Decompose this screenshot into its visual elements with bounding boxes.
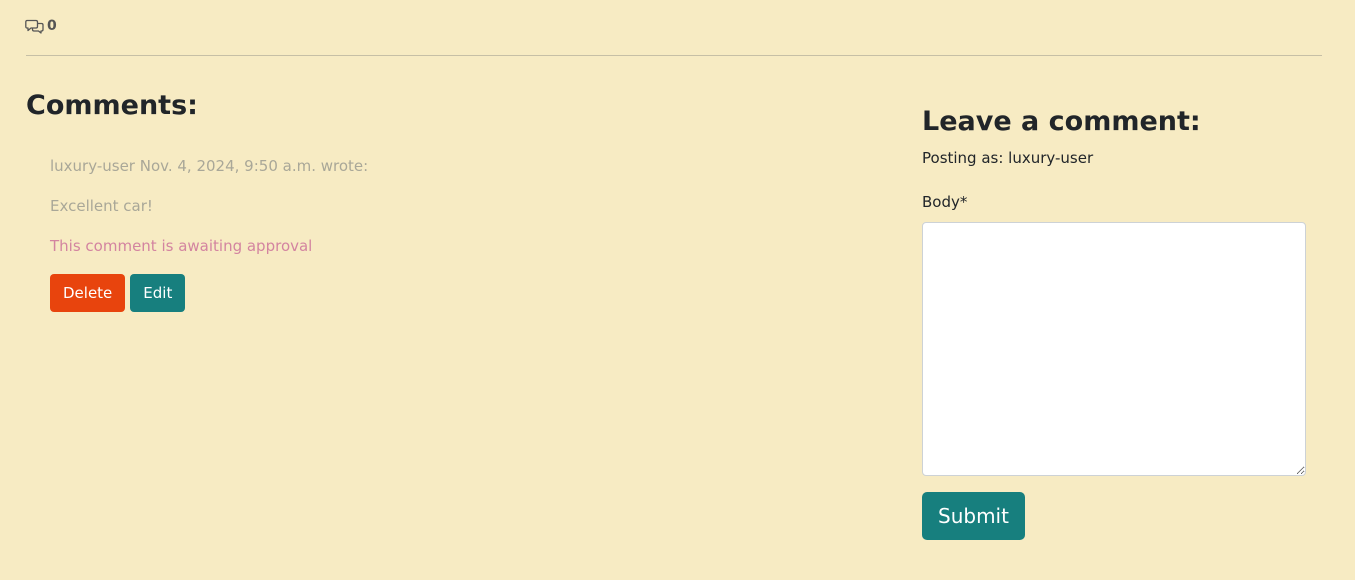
comments-heading: Comments:	[26, 90, 198, 121]
page: 0 Comments: luxury-user Nov. 4, 2024, 9:…	[0, 0, 1355, 580]
chat-bubbles-icon	[25, 18, 44, 34]
posting-as-text: Posting as: luxury-user	[922, 149, 1094, 167]
comment-count-value: 0	[47, 18, 57, 34]
leave-comment-heading: Leave a comment:	[922, 106, 1201, 137]
awaiting-approval-notice: This comment is awaiting approval	[50, 237, 313, 255]
delete-button[interactable]: Delete	[50, 274, 126, 312]
submit-button[interactable]: Submit	[922, 492, 1025, 540]
comment-actions: Delete Edit	[50, 274, 186, 312]
comment-body-field[interactable]	[922, 222, 1306, 476]
comment-body: Excellent car!	[50, 197, 153, 215]
divider	[26, 55, 1322, 56]
comment-count: 0	[25, 18, 57, 34]
body-label: Body*	[922, 193, 968, 211]
comment-meta: luxury-user Nov. 4, 2024, 9:50 a.m. wrot…	[50, 157, 369, 175]
edit-button[interactable]: Edit	[130, 274, 186, 312]
